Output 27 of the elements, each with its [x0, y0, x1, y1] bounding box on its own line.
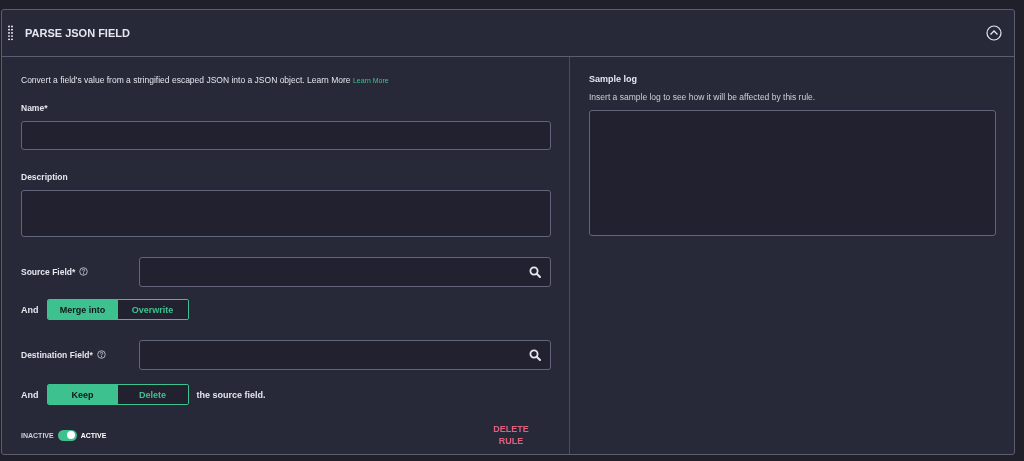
and-label: And: [21, 304, 39, 315]
option-button[interactable]: Delete: [117, 385, 188, 404]
panel-title: PARSE JSON FIELD: [25, 27, 131, 39]
sample-log-area[interactable]: [589, 110, 996, 236]
toggle-switch[interactable]: [57, 429, 77, 441]
field-label: Description: [21, 172, 69, 182]
help-icon[interactable]: [96, 350, 106, 359]
search-icon[interactable]: [529, 349, 541, 361]
search-field[interactable]: [139, 257, 551, 287]
sample-log-hint: Insert a sample log to see how it will be affected by this rule.: [589, 92, 817, 102]
option-button[interactable]: Keep: [47, 385, 118, 404]
delete-rule-button[interactable]: DELETE RULE: [491, 423, 531, 447]
input-field[interactable]: [21, 121, 551, 150]
field-label: Destination Field*: [21, 350, 93, 360]
search-icon[interactable]: [529, 266, 541, 278]
field-label: Name*: [21, 103, 49, 113]
option-button[interactable]: Overwrite: [117, 300, 188, 319]
field-label: Source Field*: [21, 267, 76, 277]
text-area[interactable]: [21, 190, 551, 237]
help-icon[interactable]: [79, 267, 89, 276]
sample-log-title: Sample log: [589, 74, 638, 84]
drag-handle-icon[interactable]: [8, 25, 13, 41]
collapse-icon[interactable]: [986, 25, 1002, 41]
search-field[interactable]: [139, 340, 551, 370]
option-button[interactable]: Merge into: [47, 300, 118, 319]
and-label: And: [21, 389, 39, 400]
suffix-text: the source field.: [196, 389, 266, 400]
